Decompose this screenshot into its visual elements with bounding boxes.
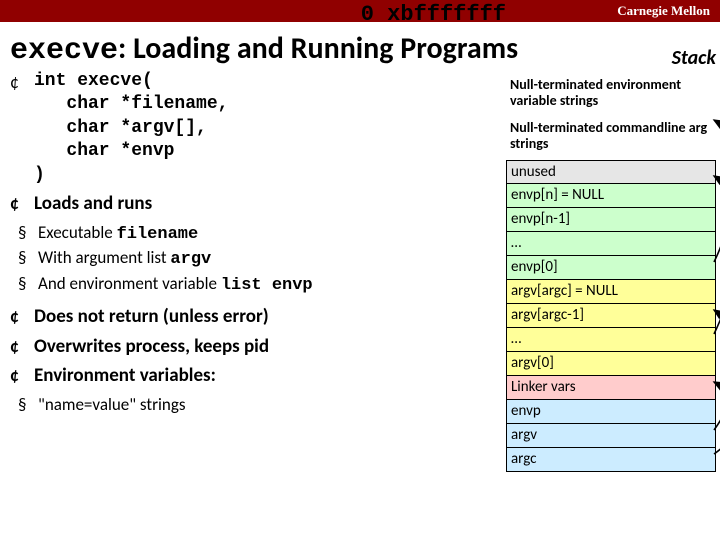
cell-argv-dots: … bbox=[506, 328, 716, 352]
sub-argv: With argument list argv bbox=[18, 246, 502, 272]
sub-envp: And environment variable list envp bbox=[18, 272, 502, 298]
right-column: Stack Null-terminated environment variab… bbox=[508, 70, 718, 417]
title-rest: : Loading and Running Programs bbox=[118, 30, 518, 67]
cell-envp-dots: … bbox=[506, 232, 716, 256]
cell-envp-n: envp[n] = NULL bbox=[506, 184, 716, 208]
sub-filename: Executable filename bbox=[18, 221, 502, 247]
note-env: Null-terminated environment variable str… bbox=[506, 74, 716, 117]
bullet-noreturn: Does not return (unless error) bbox=[10, 304, 502, 330]
cell-unused: unused bbox=[506, 160, 716, 184]
cell-argv-ptr: argv bbox=[506, 424, 716, 448]
bullet-loads: Loads and runs bbox=[10, 191, 502, 217]
stack-label: Stack bbox=[672, 46, 716, 70]
cell-linker: Linker vars bbox=[506, 376, 716, 400]
cell-argc: argc bbox=[506, 448, 716, 472]
cell-envp-n1: envp[n-1] bbox=[506, 208, 716, 232]
cell-argv-argc: argv[argc] = NULL bbox=[506, 280, 716, 304]
sub-namevalue: "name=value" strings bbox=[18, 393, 502, 417]
cell-argv-0: argv[0] bbox=[506, 352, 716, 376]
cell-envp-0: envp[0] bbox=[506, 256, 716, 280]
bullet-overwrite: Overwrites process, keeps pid bbox=[10, 334, 502, 360]
banner-text: Carnegie Mellon bbox=[617, 3, 710, 19]
bullet-envvars: Environment variables: bbox=[10, 363, 502, 389]
bullet-signature: int execve( char *filename, char *argv[]… bbox=[10, 70, 502, 187]
note-cmd: Null-terminated commandline arg strings bbox=[506, 117, 716, 160]
left-column: 0 xbfffffff int execve( char *filename, … bbox=[10, 70, 508, 417]
cell-envp-ptr: envp bbox=[506, 400, 716, 424]
stack-diagram: Null-terminated environment variable str… bbox=[506, 74, 716, 472]
stack-top-address: 0 xbfffffff bbox=[361, 0, 506, 30]
cell-argv-argc1: argv[argc-1] bbox=[506, 304, 716, 328]
title-code: execve bbox=[10, 34, 118, 68]
